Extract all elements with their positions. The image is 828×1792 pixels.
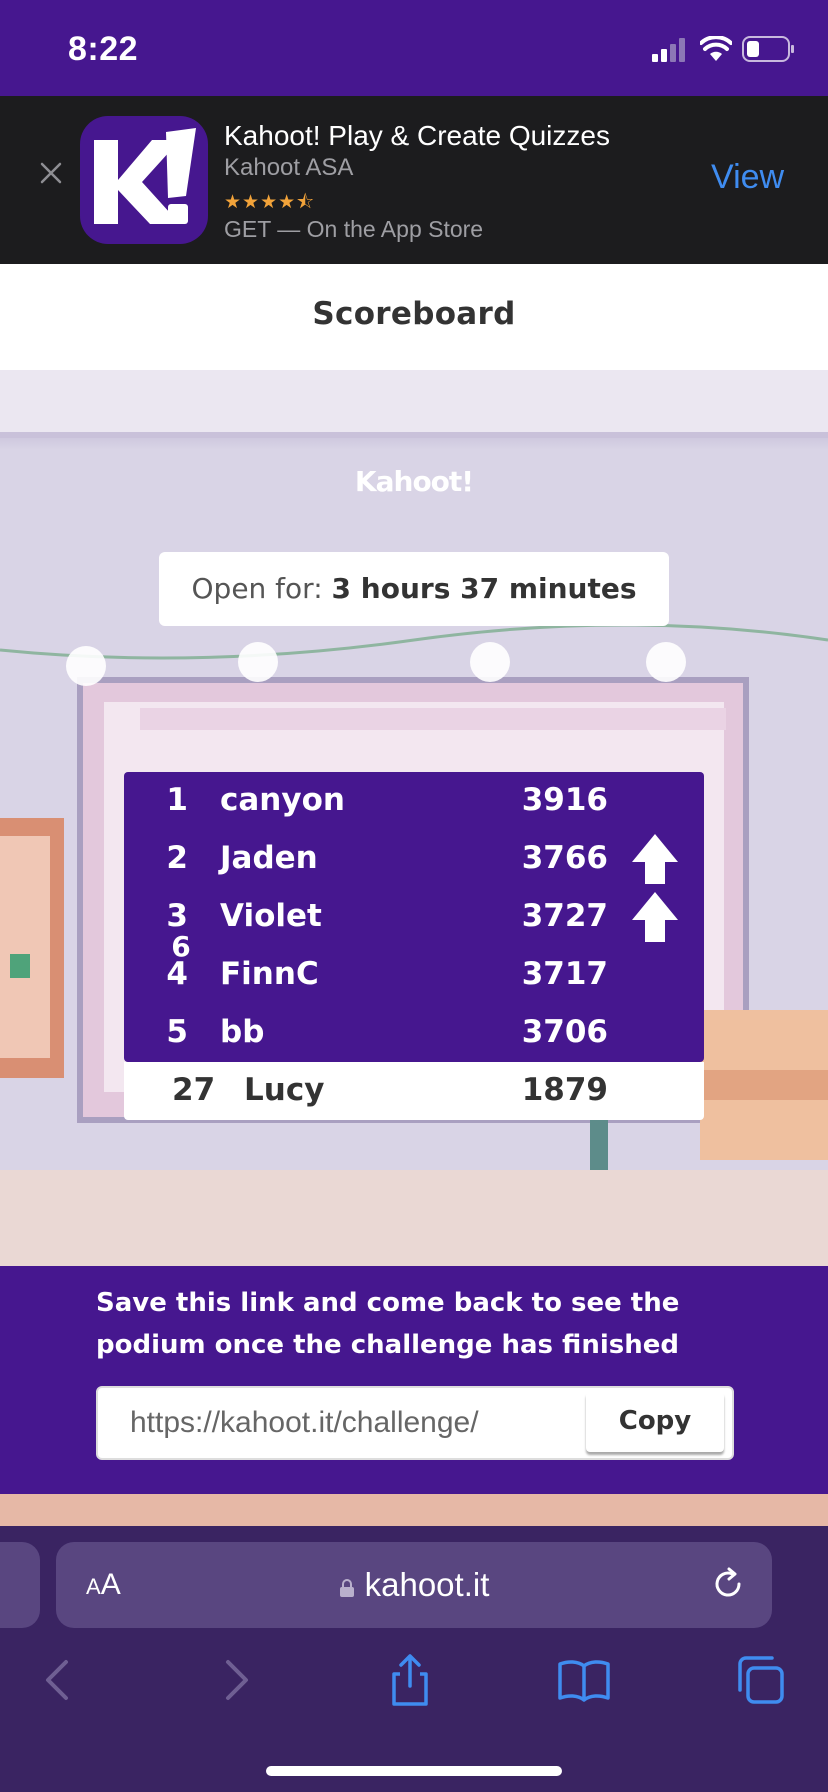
save-link-message: Save this link and come back to see the … bbox=[96, 1288, 680, 1360]
leaderboard: 1 canyon 3916 2 Jaden 3766 3 Violet 3727… bbox=[124, 772, 704, 1120]
challenge-link-box: https://kahoot.it/challenge/ Copy bbox=[96, 1386, 734, 1460]
row-name: Jaden bbox=[220, 840, 318, 876]
page-title: Scoreboard bbox=[312, 296, 516, 332]
url-host: kahoot.it bbox=[364, 1566, 490, 1603]
open-for-label: Open for: bbox=[191, 572, 323, 605]
back-icon[interactable] bbox=[30, 1652, 86, 1708]
row-name: canyon bbox=[220, 782, 345, 818]
url-display[interactable]: kahoot.it bbox=[56, 1566, 772, 1604]
app-name: Kahoot! Play & Create Quizzes bbox=[224, 120, 610, 151]
row-rank: 4 bbox=[166, 956, 188, 992]
forward-icon[interactable] bbox=[208, 1652, 264, 1708]
arrow-up-icon bbox=[632, 892, 678, 942]
leaderboard-row: 5 bb 3706 bbox=[124, 1004, 704, 1062]
row-score: 3727 bbox=[521, 898, 608, 934]
row-rank: 3 bbox=[166, 898, 188, 934]
row-rank: 2 bbox=[166, 840, 188, 876]
home-indicator bbox=[266, 1766, 562, 1776]
leaderboard-row: 4 FinnC 3717 bbox=[124, 946, 704, 1004]
current-player-row: 27 Lucy 1879 bbox=[124, 1062, 704, 1120]
leaderboard-row: 1 canyon 3916 bbox=[124, 772, 704, 830]
player-name: Lucy bbox=[244, 1072, 325, 1108]
app-developer: Kahoot ASA bbox=[224, 154, 354, 181]
previous-tab-peek[interactable] bbox=[0, 1542, 40, 1628]
app-store-get-label: GET — On the App Store bbox=[224, 216, 484, 242]
scene-bottom-strip bbox=[0, 1494, 828, 1526]
cellular-signal-icon bbox=[652, 38, 685, 62]
row-name: Violet bbox=[220, 898, 322, 934]
challenge-link-field[interactable]: https://kahoot.it/challenge/ bbox=[130, 1406, 570, 1440]
close-icon[interactable] bbox=[38, 160, 64, 186]
row-rank: 5 bbox=[166, 1014, 188, 1050]
leaderboard-row: 2 Jaden 3766 bbox=[124, 830, 704, 888]
row-score: 3717 bbox=[521, 956, 608, 992]
leaderboard-row: 3 Violet 3727 bbox=[124, 888, 704, 946]
reload-icon[interactable] bbox=[710, 1566, 746, 1602]
scoreboard-scene: Kahoot! Open for: 3 hours 37 minutes 1 c… bbox=[0, 370, 828, 1266]
row-rank: 1 bbox=[166, 782, 188, 818]
smart-app-banner: Kahoot! Play & Create Quizzes Kahoot ASA… bbox=[0, 96, 828, 264]
share-icon[interactable] bbox=[382, 1652, 438, 1708]
row-name: bb bbox=[220, 1014, 265, 1050]
title-bar: Scoreboard bbox=[0, 264, 828, 370]
kahoot-app-icon[interactable] bbox=[80, 116, 208, 244]
battery-icon bbox=[742, 36, 794, 62]
open-for-timer: Open for: 3 hours 37 minutes bbox=[159, 552, 669, 626]
tabs-icon[interactable] bbox=[732, 1652, 788, 1708]
row-score: 3766 bbox=[521, 840, 608, 876]
lock-icon bbox=[339, 1579, 354, 1597]
browser-toolbar: AA kahoot.it bbox=[0, 1526, 828, 1792]
copy-button[interactable]: Copy bbox=[586, 1392, 724, 1452]
save-link-panel: Save this link and come back to see the … bbox=[0, 1266, 828, 1494]
player-score: 1879 bbox=[521, 1072, 608, 1108]
kahoot-logo: Kahoot! bbox=[354, 465, 474, 498]
status-time: 8:22 bbox=[68, 30, 139, 68]
view-button[interactable]: View bbox=[711, 158, 784, 197]
arrow-up-icon bbox=[632, 834, 678, 884]
row-name: FinnC bbox=[220, 956, 319, 992]
player-rank: 27 bbox=[172, 1072, 216, 1108]
status-bar: 8:22 bbox=[0, 0, 828, 96]
bookmarks-icon[interactable] bbox=[556, 1652, 612, 1708]
row-score: 3706 bbox=[521, 1014, 608, 1050]
row-score: 3916 bbox=[521, 782, 608, 818]
address-bar[interactable]: AA kahoot.it bbox=[56, 1542, 772, 1628]
open-for-value: 3 hours 37 minutes bbox=[331, 572, 637, 605]
wifi-icon bbox=[700, 36, 732, 61]
